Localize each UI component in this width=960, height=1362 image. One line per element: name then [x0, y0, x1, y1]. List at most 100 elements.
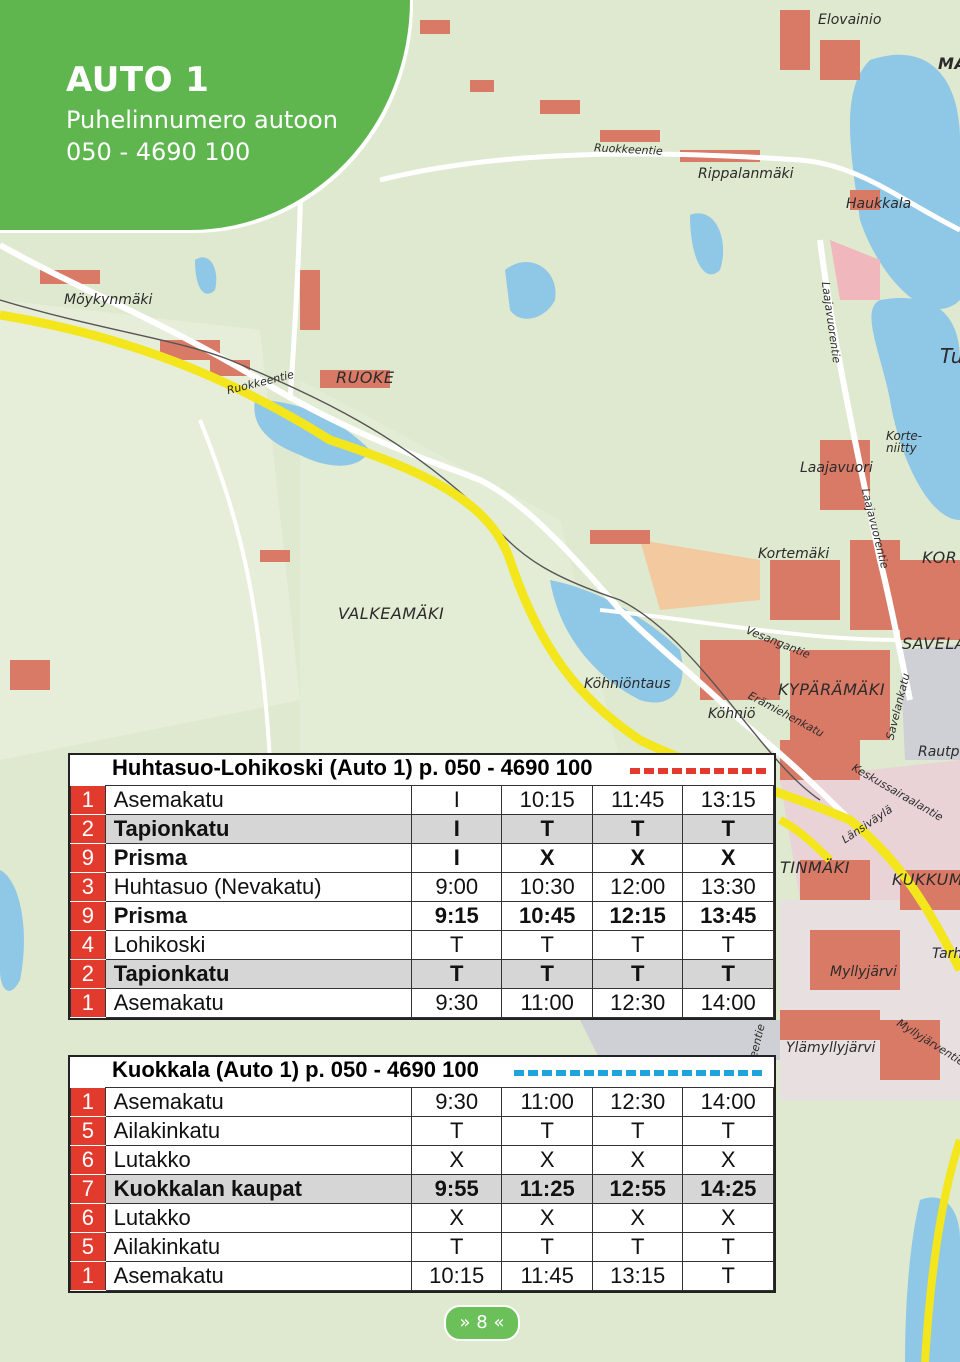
stop-name: Asemakatu	[104, 1261, 412, 1291]
map-label-haukkala: Haukkala	[846, 196, 912, 212]
departure-time: X	[501, 843, 593, 873]
map-label-rippalanmaki: Rippalanmäki	[698, 166, 794, 182]
map-label-laajavuori: Laajavuori	[800, 460, 873, 476]
departure-time: I	[411, 785, 503, 815]
timetable-kuokkala: Kuokkala (Auto 1) p. 050 - 4690 100 1 Ase…	[68, 1055, 776, 1293]
departure-time: 14:00	[682, 988, 774, 1018]
departure-time: X	[501, 1203, 593, 1233]
stop-number: 5	[70, 1232, 106, 1262]
departure-time: T	[501, 1116, 593, 1146]
dash-segment	[626, 1070, 636, 1076]
timetable-title-text: Kuokkala (Auto 1) p. 050 - 4690 100	[112, 1057, 479, 1082]
departure-time: T	[682, 814, 774, 844]
departure-time: 12:00	[591, 872, 684, 902]
departure-time: 13:15	[591, 1261, 684, 1291]
map-label-kyparamaki: KYPÄRÄMÄKI	[778, 680, 886, 699]
map-label-ruoke: RUOKE	[336, 368, 395, 387]
table-row: 6 Lutakko X X X X	[70, 1203, 774, 1233]
table-row: 1 Asemakatu 9:30 11:00 12:30 14:00	[70, 988, 774, 1018]
dash-segment	[542, 1070, 552, 1076]
timetable-huhtasuo-lohikoski: Huhtasuo-Lohikoski (Auto 1) p. 050 - 469…	[68, 753, 776, 1020]
table-row: 9 Prisma 9:15 10:45 12:15 13:45	[70, 901, 774, 931]
header-phone: 050 - 4690 100	[66, 138, 251, 166]
departure-time: 14:00	[682, 1087, 774, 1117]
departure-time: T	[501, 930, 593, 960]
departure-time: 9:15	[411, 901, 503, 931]
header-title: AUTO 1	[66, 60, 210, 100]
dash-segment	[584, 1070, 594, 1076]
stop-name: Tapionkatu	[104, 814, 413, 844]
departure-time: T	[411, 930, 503, 960]
stop-number: 6	[70, 1203, 106, 1233]
stop-name: Tapionkatu	[104, 959, 413, 989]
departure-time: X	[591, 843, 684, 873]
map-label-kukkum: KUKKUM	[892, 870, 960, 889]
departure-time: 10:15	[501, 785, 593, 815]
dash-segment	[738, 1070, 748, 1076]
dash-segment	[742, 768, 752, 774]
table-row: 4 Lohikoski T T T T	[70, 930, 774, 960]
departure-time: X	[591, 1145, 684, 1175]
departure-time: 12:30	[591, 1087, 684, 1117]
dash-segment	[696, 1070, 706, 1076]
dash-segment	[570, 1070, 580, 1076]
stop-name: Lutakko	[104, 1145, 412, 1175]
map-label-kohnio: Köhniö	[708, 706, 756, 722]
stop-name: Ailakinkatu	[104, 1232, 412, 1262]
dash-segment	[644, 768, 654, 774]
departure-time: T	[682, 1261, 774, 1291]
table-row: 9 Prisma I X X X	[70, 843, 774, 873]
timetable-title-text: Huhtasuo-Lohikoski (Auto 1) p. 050 - 469…	[112, 755, 593, 780]
departure-time: T	[501, 814, 593, 844]
departure-time: X	[682, 1203, 774, 1233]
header-text: AUTO 1 Puhelinnumero autoon 050 - 4690 1…	[66, 60, 338, 168]
stop-name: Lutakko	[104, 1203, 412, 1233]
map-label-elovainio: Elovainio	[818, 12, 882, 28]
map-label-tinmaki: TINMÄKI	[780, 858, 850, 877]
table-row: 6 Lutakko X X X X	[70, 1145, 774, 1175]
stop-name: Asemakatu	[104, 1087, 412, 1117]
map-label-kohniontaus: Köhniöntaus	[584, 676, 671, 692]
departure-time: 13:15	[682, 785, 774, 815]
dash-segment	[672, 768, 682, 774]
departure-time: 11:45	[501, 1261, 593, 1291]
stop-number: 3	[70, 872, 106, 902]
departure-time: 13:30	[682, 872, 774, 902]
timetable-dash-decoration	[514, 1070, 762, 1076]
stop-number: 2	[70, 959, 106, 989]
departure-time: X	[682, 843, 774, 873]
stop-number: 2	[70, 814, 106, 844]
dash-segment	[700, 768, 710, 774]
stop-name: Asemakatu	[104, 988, 413, 1018]
map-label-kortemaki: Kortemäki	[758, 546, 830, 562]
map-label-ylamyllyjarvi: Ylämyllyjärvi	[786, 1040, 876, 1056]
dash-segment	[612, 1070, 622, 1076]
departure-time: 9:30	[410, 1087, 503, 1117]
departure-time: T	[501, 1232, 593, 1262]
departure-time: 9:30	[411, 988, 503, 1018]
dash-segment	[658, 768, 668, 774]
departure-time: 13:45	[682, 901, 774, 931]
map-label-kor: KOR	[922, 548, 958, 567]
stop-number: 1	[70, 1087, 106, 1117]
stop-name: Prisma	[104, 901, 413, 931]
departure-time: T	[591, 930, 684, 960]
departure-time: I	[411, 843, 503, 873]
stop-name: Lohikoski	[104, 930, 413, 960]
map-label-kortenitty: Korte- niitty	[886, 429, 923, 455]
timetable-title: Kuokkala (Auto 1) p. 050 - 4690 100	[70, 1057, 774, 1087]
timetable-dash-decoration	[630, 768, 766, 774]
departure-time: X	[591, 1203, 684, 1233]
departure-time: X	[501, 1145, 593, 1175]
table-row: 2 Tapionkatu T T T T	[70, 959, 774, 989]
departure-time: 10:45	[501, 901, 593, 931]
stop-name: Prisma	[104, 843, 413, 873]
map-label-moykynmaki: Möykynmäki	[64, 292, 153, 308]
map-label-myllyjarvi: Myllyjärvi	[830, 964, 897, 980]
table-row: 1 Asemakatu I 10:15 11:45 13:15	[70, 785, 774, 815]
departure-time: 11:00	[501, 1087, 593, 1117]
departure-time: 10:15	[410, 1261, 503, 1291]
dash-segment	[630, 768, 640, 774]
dash-segment	[752, 1070, 762, 1076]
table-row: 2 Tapionkatu I T T T	[70, 814, 774, 844]
